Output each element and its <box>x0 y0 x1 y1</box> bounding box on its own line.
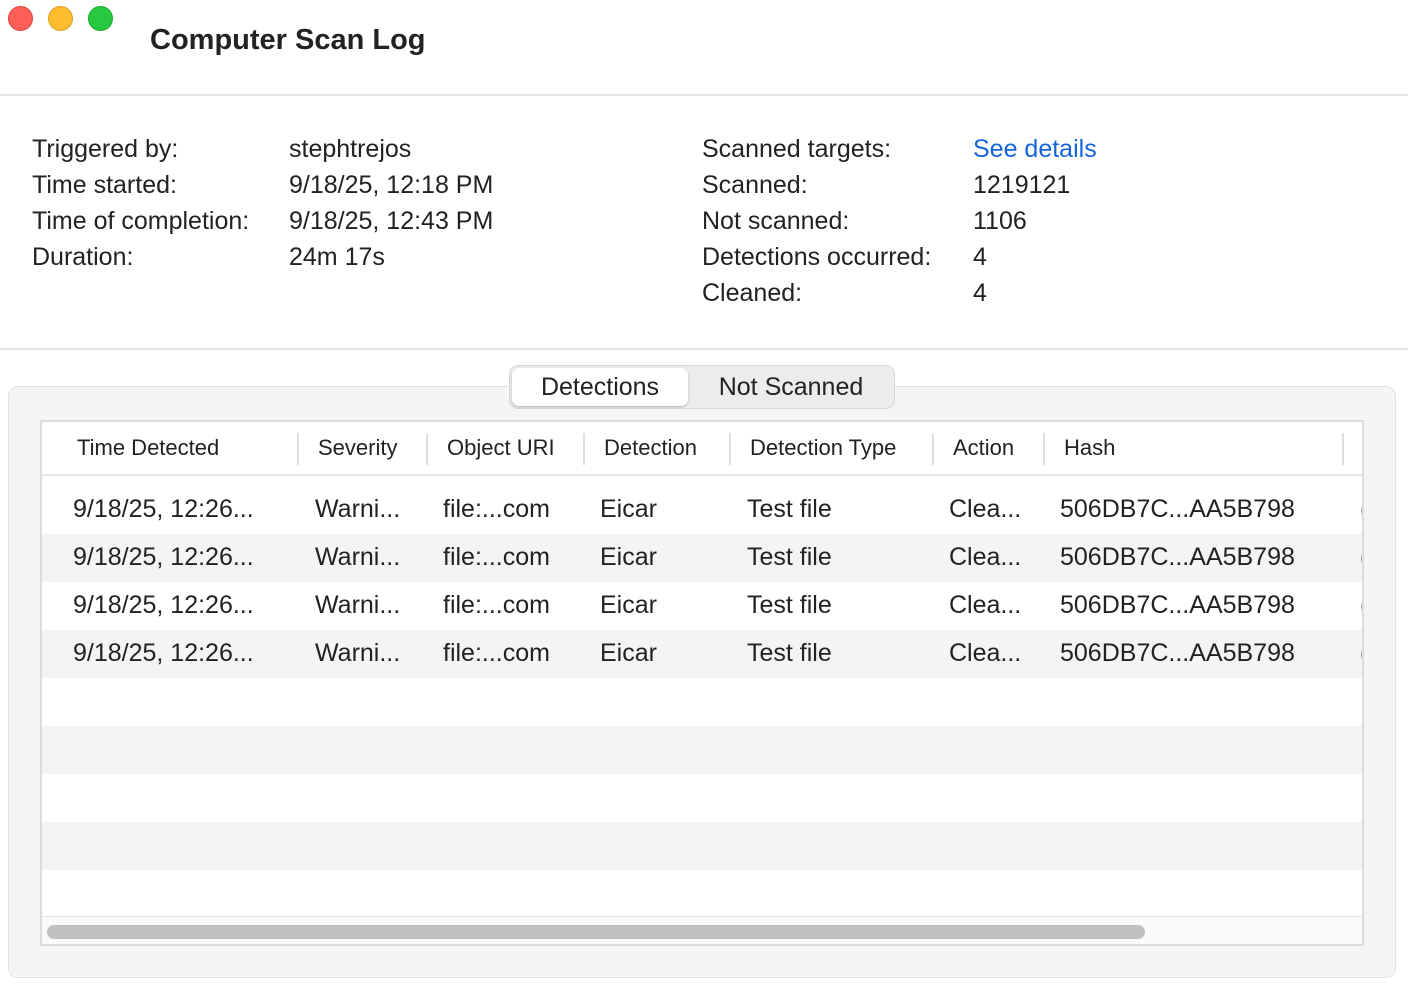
window-title: Computer Scan Log <box>150 24 426 56</box>
cell-severity: Warni... <box>315 495 401 523</box>
empty-table-row <box>42 678 1362 726</box>
column-header-severity[interactable]: Severity <box>318 435 397 461</box>
column-divider[interactable] <box>426 433 428 465</box>
cell-severity: Warni... <box>315 543 401 571</box>
horizontal-scrollbar-thumb[interactable] <box>47 925 1145 939</box>
cell-action: Clea... <box>949 591 1022 619</box>
column-header-object-uri[interactable]: Object URI <box>447 435 555 461</box>
table-row[interactable]: 9/18/25, 12:26... Warni... file:...com E… <box>42 486 1362 534</box>
triggered-by-label: Triggered by: <box>32 135 179 163</box>
scan-summary: Triggered by: stephtrejos Time started: … <box>0 96 1408 350</box>
time-started-label: Time started: <box>32 171 177 199</box>
cell-time-detected: 9/18/25, 12:26... <box>73 591 254 619</box>
empty-table-row <box>42 870 1362 918</box>
cleaned-label: Cleaned: <box>702 279 803 307</box>
column-divider[interactable] <box>1043 433 1045 465</box>
cell-detection-type: Test file <box>747 639 832 667</box>
cell-severity: Warni... <box>315 639 401 667</box>
column-header-time-detected[interactable]: Time Detected <box>77 435 219 461</box>
cell-truncated-column: ( <box>1360 639 1362 668</box>
column-divider[interactable] <box>932 433 934 465</box>
table-row[interactable]: 9/18/25, 12:26... Warni... file:...com E… <box>42 534 1362 582</box>
detections-occurred-label: Detections occurred: <box>702 243 932 271</box>
cell-severity: Warni... <box>315 591 401 619</box>
column-header-action[interactable]: Action <box>953 435 1014 461</box>
detections-table: Time Detected Severity Object URI Detect… <box>40 420 1364 946</box>
cell-detection-type: Test file <box>747 495 832 523</box>
horizontal-scrollbar[interactable] <box>42 916 1362 944</box>
cell-action: Clea... <box>949 495 1022 523</box>
not-scanned-label: Not scanned: <box>702 207 850 235</box>
time-of-completion-label: Time of completion: <box>32 207 250 235</box>
cell-action: Clea... <box>949 639 1022 667</box>
column-divider[interactable] <box>729 433 731 465</box>
cell-time-detected: 9/18/25, 12:26... <box>73 495 254 523</box>
cleaned-value: 4 <box>973 279 987 307</box>
cell-truncated-column: ( <box>1360 591 1362 620</box>
cell-detection-type: Test file <box>747 543 832 571</box>
column-divider[interactable] <box>583 433 585 465</box>
see-details-link[interactable]: See details <box>973 134 1097 164</box>
duration-label: Duration: <box>32 243 134 271</box>
duration-value: 24m 17s <box>289 243 385 271</box>
time-started-value: 9/18/25, 12:18 PM <box>289 171 494 199</box>
cell-hash: 506DB7C...AA5B798 <box>1060 591 1295 619</box>
cell-object-uri: file:...com <box>443 591 550 619</box>
column-divider[interactable] <box>1342 433 1344 465</box>
cell-hash: 506DB7C...AA5B798 <box>1060 543 1295 571</box>
cell-hash: 506DB7C...AA5B798 <box>1060 639 1295 667</box>
cell-truncated-column: ( <box>1360 495 1362 524</box>
cell-detection-type: Test file <box>747 591 832 619</box>
view-segmented-control: Detections Not Scanned <box>509 365 895 409</box>
tab-not-scanned[interactable]: Not Scanned <box>690 368 892 406</box>
tab-detections[interactable]: Detections <box>512 368 688 406</box>
minimize-window-button[interactable] <box>48 6 73 31</box>
empty-table-row <box>42 822 1362 870</box>
close-window-button[interactable] <box>8 6 33 31</box>
cell-detection: Eicar <box>600 543 657 571</box>
title-bar: Computer Scan Log <box>0 0 1408 96</box>
detections-occurred-value: 4 <box>973 243 987 271</box>
cell-detection: Eicar <box>600 495 657 523</box>
scanned-targets-label: Scanned targets: <box>702 135 892 163</box>
cell-time-detected: 9/18/25, 12:26... <box>73 639 254 667</box>
cell-object-uri: file:...com <box>443 639 550 667</box>
empty-table-row <box>42 726 1362 774</box>
triggered-by-value: stephtrejos <box>289 135 412 163</box>
table-row[interactable]: 9/18/25, 12:26... Warni... file:...com E… <box>42 630 1362 678</box>
column-header-hash[interactable]: Hash <box>1064 435 1115 461</box>
cell-action: Clea... <box>949 543 1022 571</box>
column-divider[interactable] <box>297 433 299 465</box>
column-header-detection-type[interactable]: Detection Type <box>750 435 896 461</box>
cell-detection: Eicar <box>600 639 657 667</box>
scanned-value: 1219121 <box>973 171 1071 199</box>
cell-truncated-column: ( <box>1360 543 1362 572</box>
scanned-label: Scanned: <box>702 171 808 199</box>
table-header: Time Detected Severity Object URI Detect… <box>42 422 1362 476</box>
time-of-completion-value: 9/18/25, 12:43 PM <box>289 207 494 235</box>
cell-time-detected: 9/18/25, 12:26... <box>73 543 254 571</box>
column-header-detection[interactable]: Detection <box>604 435 697 461</box>
cell-hash: 506DB7C...AA5B798 <box>1060 495 1295 523</box>
empty-table-row <box>42 774 1362 822</box>
table-row[interactable]: 9/18/25, 12:26... Warni... file:...com E… <box>42 582 1362 630</box>
cell-detection: Eicar <box>600 591 657 619</box>
cell-object-uri: file:...com <box>443 543 550 571</box>
not-scanned-value: 1106 <box>973 207 1027 235</box>
zoom-window-button[interactable] <box>88 6 113 31</box>
cell-object-uri: file:...com <box>443 495 550 523</box>
